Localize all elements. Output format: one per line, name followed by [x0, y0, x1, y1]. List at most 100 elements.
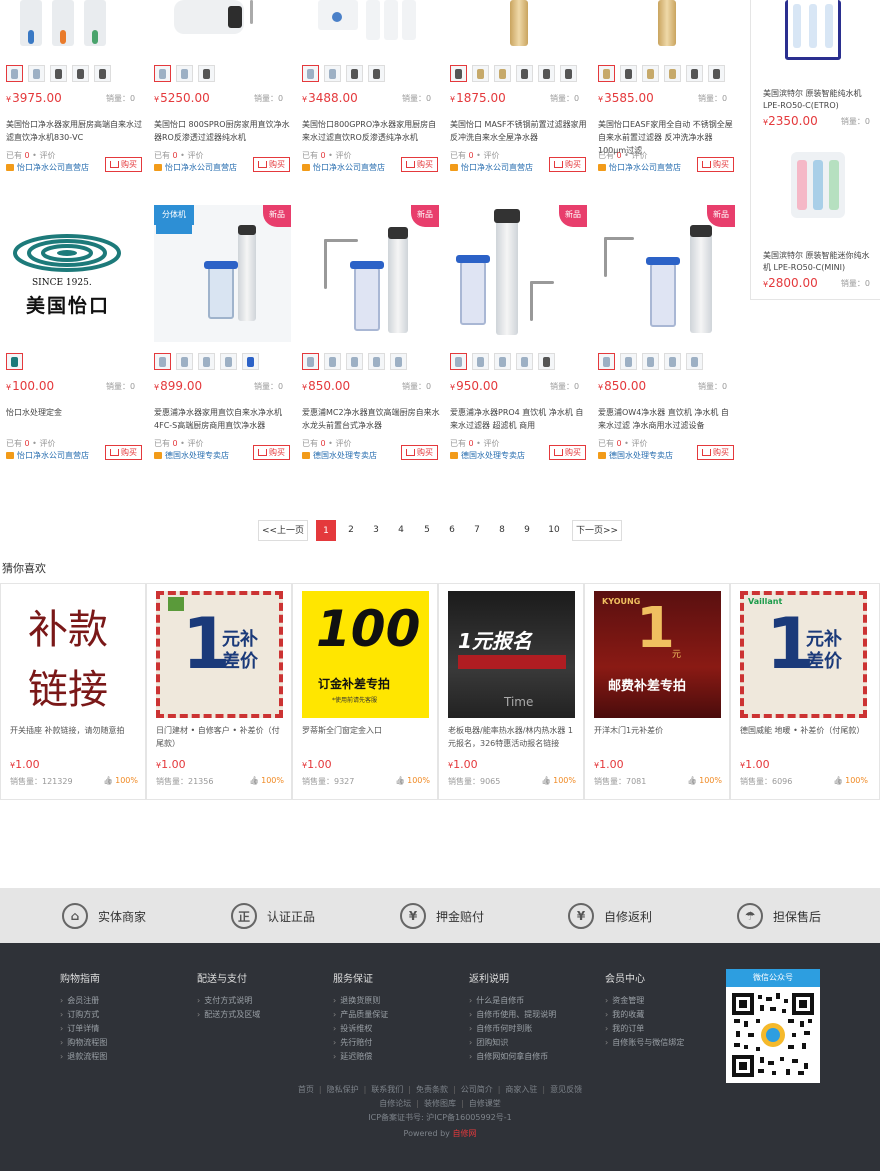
thumbnail[interactable] [6, 65, 23, 82]
thumbnail[interactable] [154, 65, 171, 82]
shop-link[interactable]: 德国水处理专卖店 [450, 450, 525, 461]
footer-bottom-link[interactable]: 自修课堂 [469, 1099, 501, 1108]
footer-link[interactable]: 自修币何时到账 [469, 1022, 556, 1036]
product-name[interactable]: 爱惠浦OW4净水器 直饮机 净水机 自来水过滤 净水商用水过滤设备 [598, 406, 736, 432]
guess-image[interactable]: 1元报名 Time [448, 591, 575, 718]
product-name[interactable]: 美国怡口 800SPRO厨房家用直饮净水器RO反渗透过滤器纯水机 [154, 118, 292, 144]
thumbnail[interactable] [538, 353, 555, 370]
thumbnail[interactable] [664, 65, 681, 82]
thumbnail[interactable] [368, 65, 385, 82]
footer-link[interactable]: 延迟赔偿 [333, 1050, 388, 1064]
footer-link[interactable]: 什么是自修币 [469, 994, 556, 1008]
guess-title[interactable]: 日门建材 • 自修客户 • 补差价（付尾款） [156, 724, 284, 750]
page-5-button[interactable]: 5 [418, 520, 436, 541]
footer-link[interactable]: 退换货原则 [333, 994, 388, 1008]
thumbnail[interactable] [176, 65, 193, 82]
footer-link[interactable]: 配送方式及区域 [197, 1008, 260, 1022]
thumbnail[interactable] [472, 65, 489, 82]
thumbnail[interactable] [324, 353, 341, 370]
footer-link[interactable]: 退款流程图 [60, 1050, 107, 1064]
thumbnail[interactable] [494, 65, 511, 82]
page-3-button[interactable]: 3 [367, 520, 385, 541]
guess-title[interactable]: 开关插座 补款链接，请勿随意拍 [10, 724, 138, 737]
page-9-button[interactable]: 9 [518, 520, 536, 541]
footer-link[interactable]: 我的收藏 [605, 1008, 684, 1022]
thumbnail[interactable] [620, 353, 637, 370]
footer-link[interactable]: 资金管理 [605, 994, 684, 1008]
page-2-button[interactable]: 2 [342, 520, 360, 541]
guess-card[interactable]: Vaillant 1 元补差价 德国威能 地暖 • 补差价（付尾款） ¥1.00… [730, 583, 880, 800]
thumbnail[interactable] [598, 65, 615, 82]
product-image[interactable]: 新品 [302, 205, 439, 342]
footer-bottom-link[interactable]: 联系我们 [371, 1085, 403, 1094]
page-10-button[interactable]: 10 [543, 520, 565, 541]
footer-bottom-link[interactable]: 公司简介 [461, 1085, 493, 1094]
thumbnail[interactable] [390, 353, 407, 370]
guess-card[interactable]: 1 元补差价 日门建材 • 自修客户 • 补差价（付尾款） ¥1.00 销售量：… [146, 583, 292, 800]
thumbnail[interactable] [472, 353, 489, 370]
guess-title[interactable]: 罗蒂斯全门窗定金入口 [302, 724, 430, 737]
guess-image[interactable]: KYOUNG 1 元 邮费补差专拍 [594, 591, 721, 718]
shop-link[interactable]: 怡口净水公司直营店 [302, 162, 385, 173]
thumbnail[interactable] [516, 65, 533, 82]
thumbnail[interactable] [686, 353, 703, 370]
thumbnail[interactable] [494, 353, 511, 370]
buy-button[interactable]: 购买 [401, 445, 438, 460]
page-1-button[interactable]: 1 [316, 520, 336, 541]
thumbnail[interactable] [598, 353, 615, 370]
thumbnail[interactable] [560, 65, 577, 82]
next-page-button[interactable]: 下一页>> [572, 520, 622, 541]
footer-bottom-link[interactable]: 自修论坛 [379, 1099, 411, 1108]
product-name[interactable]: 怡口水处理定金 [6, 406, 144, 419]
footer-bottom-link[interactable]: 商家入驻 [505, 1085, 537, 1094]
thumbnail[interactable] [708, 65, 725, 82]
prev-page-button[interactable]: <<上一页 [258, 520, 308, 541]
buy-button[interactable]: 购买 [697, 157, 734, 172]
thumbnail[interactable] [176, 353, 193, 370]
product-image[interactable] [598, 0, 735, 50]
thumbnail[interactable] [220, 353, 237, 370]
product-image[interactable] [450, 0, 587, 50]
footer-bottom-link[interactable]: 隐私保护 [327, 1085, 359, 1094]
thumbnail[interactable] [664, 353, 681, 370]
thumbnail[interactable] [302, 353, 319, 370]
thumbnail[interactable] [642, 353, 659, 370]
guess-card[interactable]: 100 订金补差专拍 *使用前请先客服 罗蒂斯全门窗定金入口 ¥1.00 销售量… [292, 583, 438, 800]
buy-button[interactable]: 购买 [549, 157, 586, 172]
thumbnail[interactable] [346, 65, 363, 82]
page-6-button[interactable]: 6 [443, 520, 461, 541]
shop-link[interactable]: 怡口净水公司直营店 [6, 162, 89, 173]
footer-link[interactable]: 自修网如何拿自修币 [469, 1050, 556, 1064]
shop-link[interactable]: 德国水处理专卖店 [598, 450, 673, 461]
product-image[interactable]: 新品 [450, 205, 587, 342]
product-name[interactable]: 爱惠浦净水器PRO4 直饮机 净水机 自来水过滤器 超滤机 商用 [450, 406, 588, 432]
shop-link[interactable]: 怡口净水公司直营店 [450, 162, 533, 173]
thumbnail[interactable] [450, 353, 467, 370]
thumbnail[interactable] [516, 353, 533, 370]
thumbnail[interactable] [6, 353, 23, 370]
buy-button[interactable]: 购买 [253, 157, 290, 172]
thumbnail[interactable] [324, 65, 341, 82]
product-name[interactable]: 美国怡口 MASF不锈钢前置过滤器家用反冲洗自来水全屋净水器 [450, 118, 588, 144]
product-name[interactable]: 爱惠浦MC2净水器直饮高端厨房自来水水龙头前置台式净水器 [302, 406, 440, 432]
guess-image[interactable]: 补款 链接 [10, 591, 137, 718]
footer-bottom-link[interactable]: 意见反馈 [550, 1085, 582, 1094]
footer-bottom-link[interactable]: 首页 [298, 1085, 314, 1094]
thumbnail[interactable] [242, 353, 259, 370]
footer-link[interactable]: 自修账号与微信绑定 [605, 1036, 684, 1050]
page-4-button[interactable]: 4 [392, 520, 410, 541]
thumbnail[interactable] [198, 65, 215, 82]
footer-link[interactable]: 投诉维权 [333, 1022, 388, 1036]
guess-image[interactable]: 1 元补差价 [156, 591, 283, 718]
footer-link[interactable]: 团购知识 [469, 1036, 556, 1050]
product-name[interactable]: 美国怡口净水器家用厨房高端自来水过滤直饮净水机830-VC [6, 118, 144, 144]
shop-link[interactable]: 怡口净水公司直营店 [154, 162, 237, 173]
product-image[interactable]: 新品 [598, 205, 735, 342]
thumbnail[interactable] [198, 353, 215, 370]
footer-link[interactable]: 订购方式 [60, 1008, 107, 1022]
footer-bottom-link[interactable]: 免责条款 [416, 1085, 448, 1094]
buy-button[interactable]: 购买 [401, 157, 438, 172]
buy-button[interactable]: 购买 [105, 445, 142, 460]
footer-link[interactable]: 支付方式说明 [197, 994, 260, 1008]
guess-title[interactable]: 德国威能 地暖 • 补差价（付尾款） [740, 724, 868, 737]
